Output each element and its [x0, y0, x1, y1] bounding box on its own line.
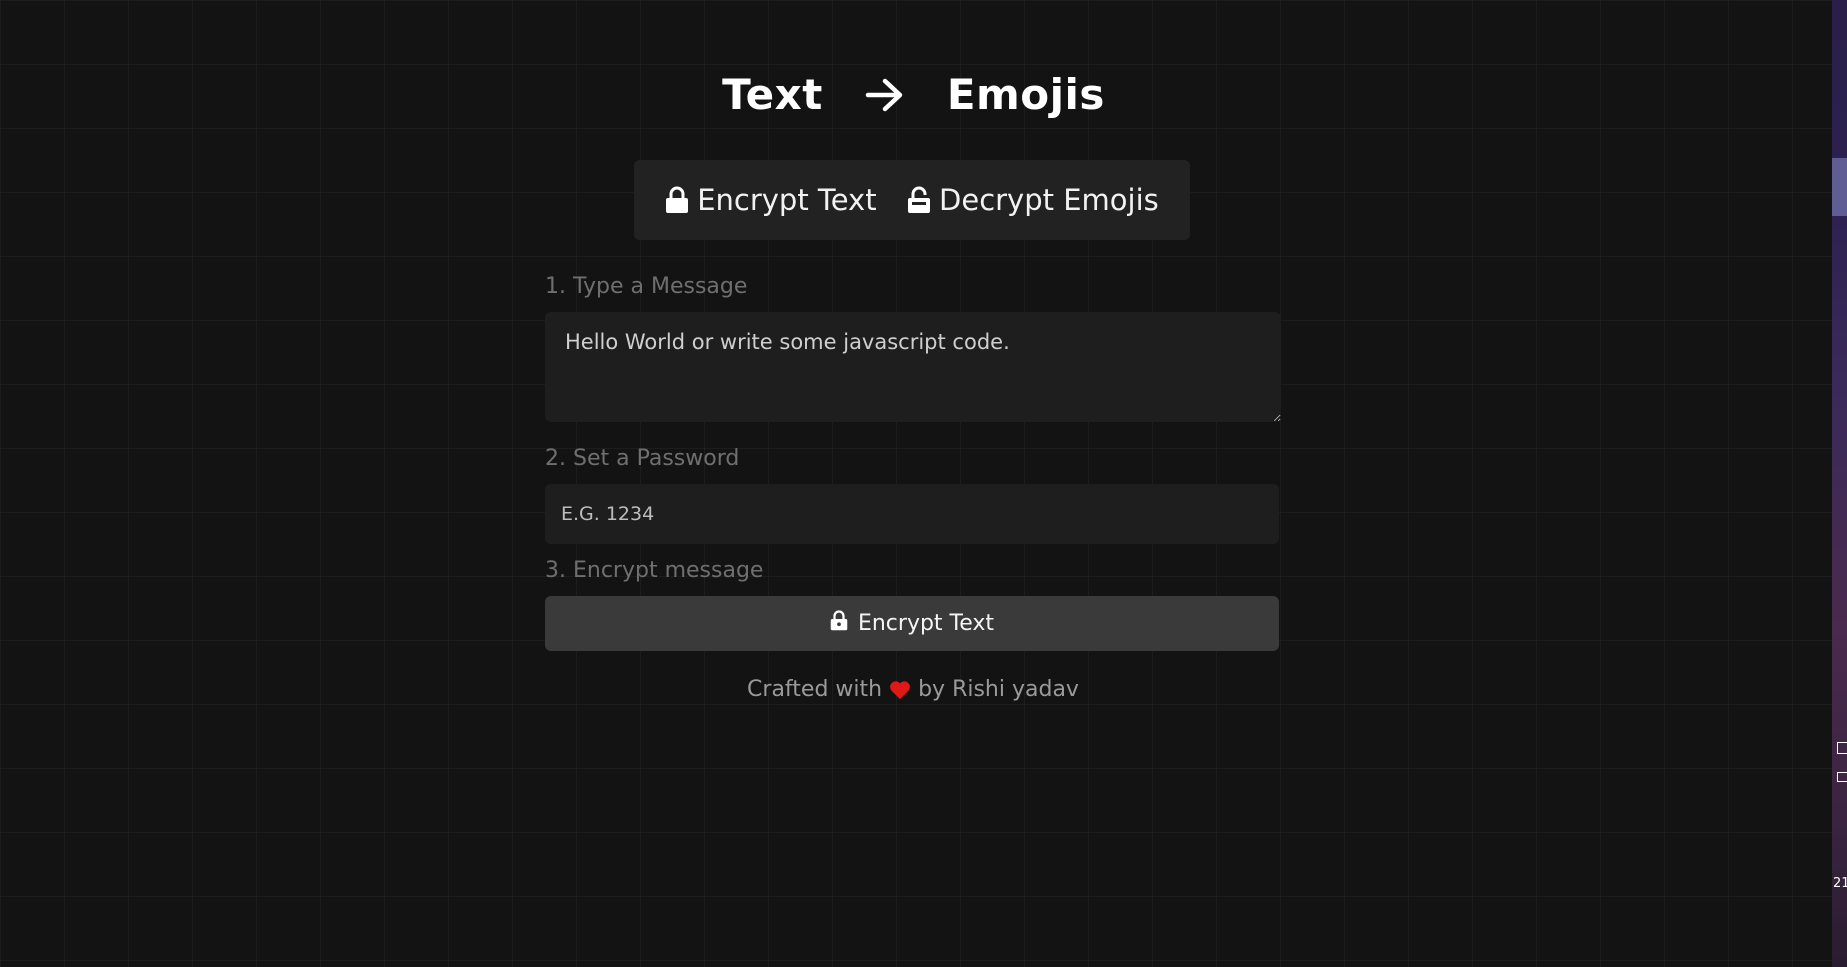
adjacent-window-edge: 21 — [1832, 0, 1847, 967]
mode-toggle: Encrypt Text Decrypt Emojis — [634, 160, 1190, 240]
password-input[interactable] — [545, 484, 1279, 544]
message-input[interactable] — [545, 312, 1281, 422]
window-icon — [1837, 742, 1847, 754]
encrypt-mode-button[interactable]: Encrypt Text — [665, 183, 877, 217]
window-icon — [1837, 772, 1847, 782]
decrypt-mode-button[interactable]: Decrypt Emojis — [907, 183, 1159, 217]
footer-credit: Crafted with by Rishi yadav — [545, 677, 1281, 702]
encrypt-mode-label: Encrypt Text — [697, 183, 877, 217]
title-text: Text — [722, 70, 823, 119]
lock-icon — [830, 610, 848, 637]
step2-label: 2. Set a Password — [545, 446, 740, 471]
footer-author: by Rishi yadav — [918, 677, 1079, 702]
step3-label: 3. Encrypt message — [545, 558, 764, 583]
encrypt-button[interactable]: Encrypt Text — [545, 596, 1279, 651]
encrypt-button-label: Encrypt Text — [857, 611, 995, 636]
decrypt-mode-label: Decrypt Emojis — [939, 183, 1159, 217]
page: Text Emojis Encrypt Text Decrypt Emojis … — [0, 0, 1847, 967]
unlock-icon — [907, 186, 931, 214]
arrow-right-icon — [865, 77, 905, 113]
page-title: Text Emojis — [0, 70, 1827, 119]
edge-text: 21 — [1833, 876, 1847, 891]
encrypt-form: 1. Type a Message 2. Set a Password 3. E… — [545, 272, 1281, 702]
scrollbar-thumb[interactable] — [1832, 158, 1847, 216]
title-emojis: Emojis — [946, 70, 1105, 119]
step1-label: 1. Type a Message — [545, 274, 748, 299]
lock-icon — [665, 186, 689, 214]
heart-icon — [889, 680, 911, 700]
footer-prefix: Crafted with — [747, 677, 883, 702]
